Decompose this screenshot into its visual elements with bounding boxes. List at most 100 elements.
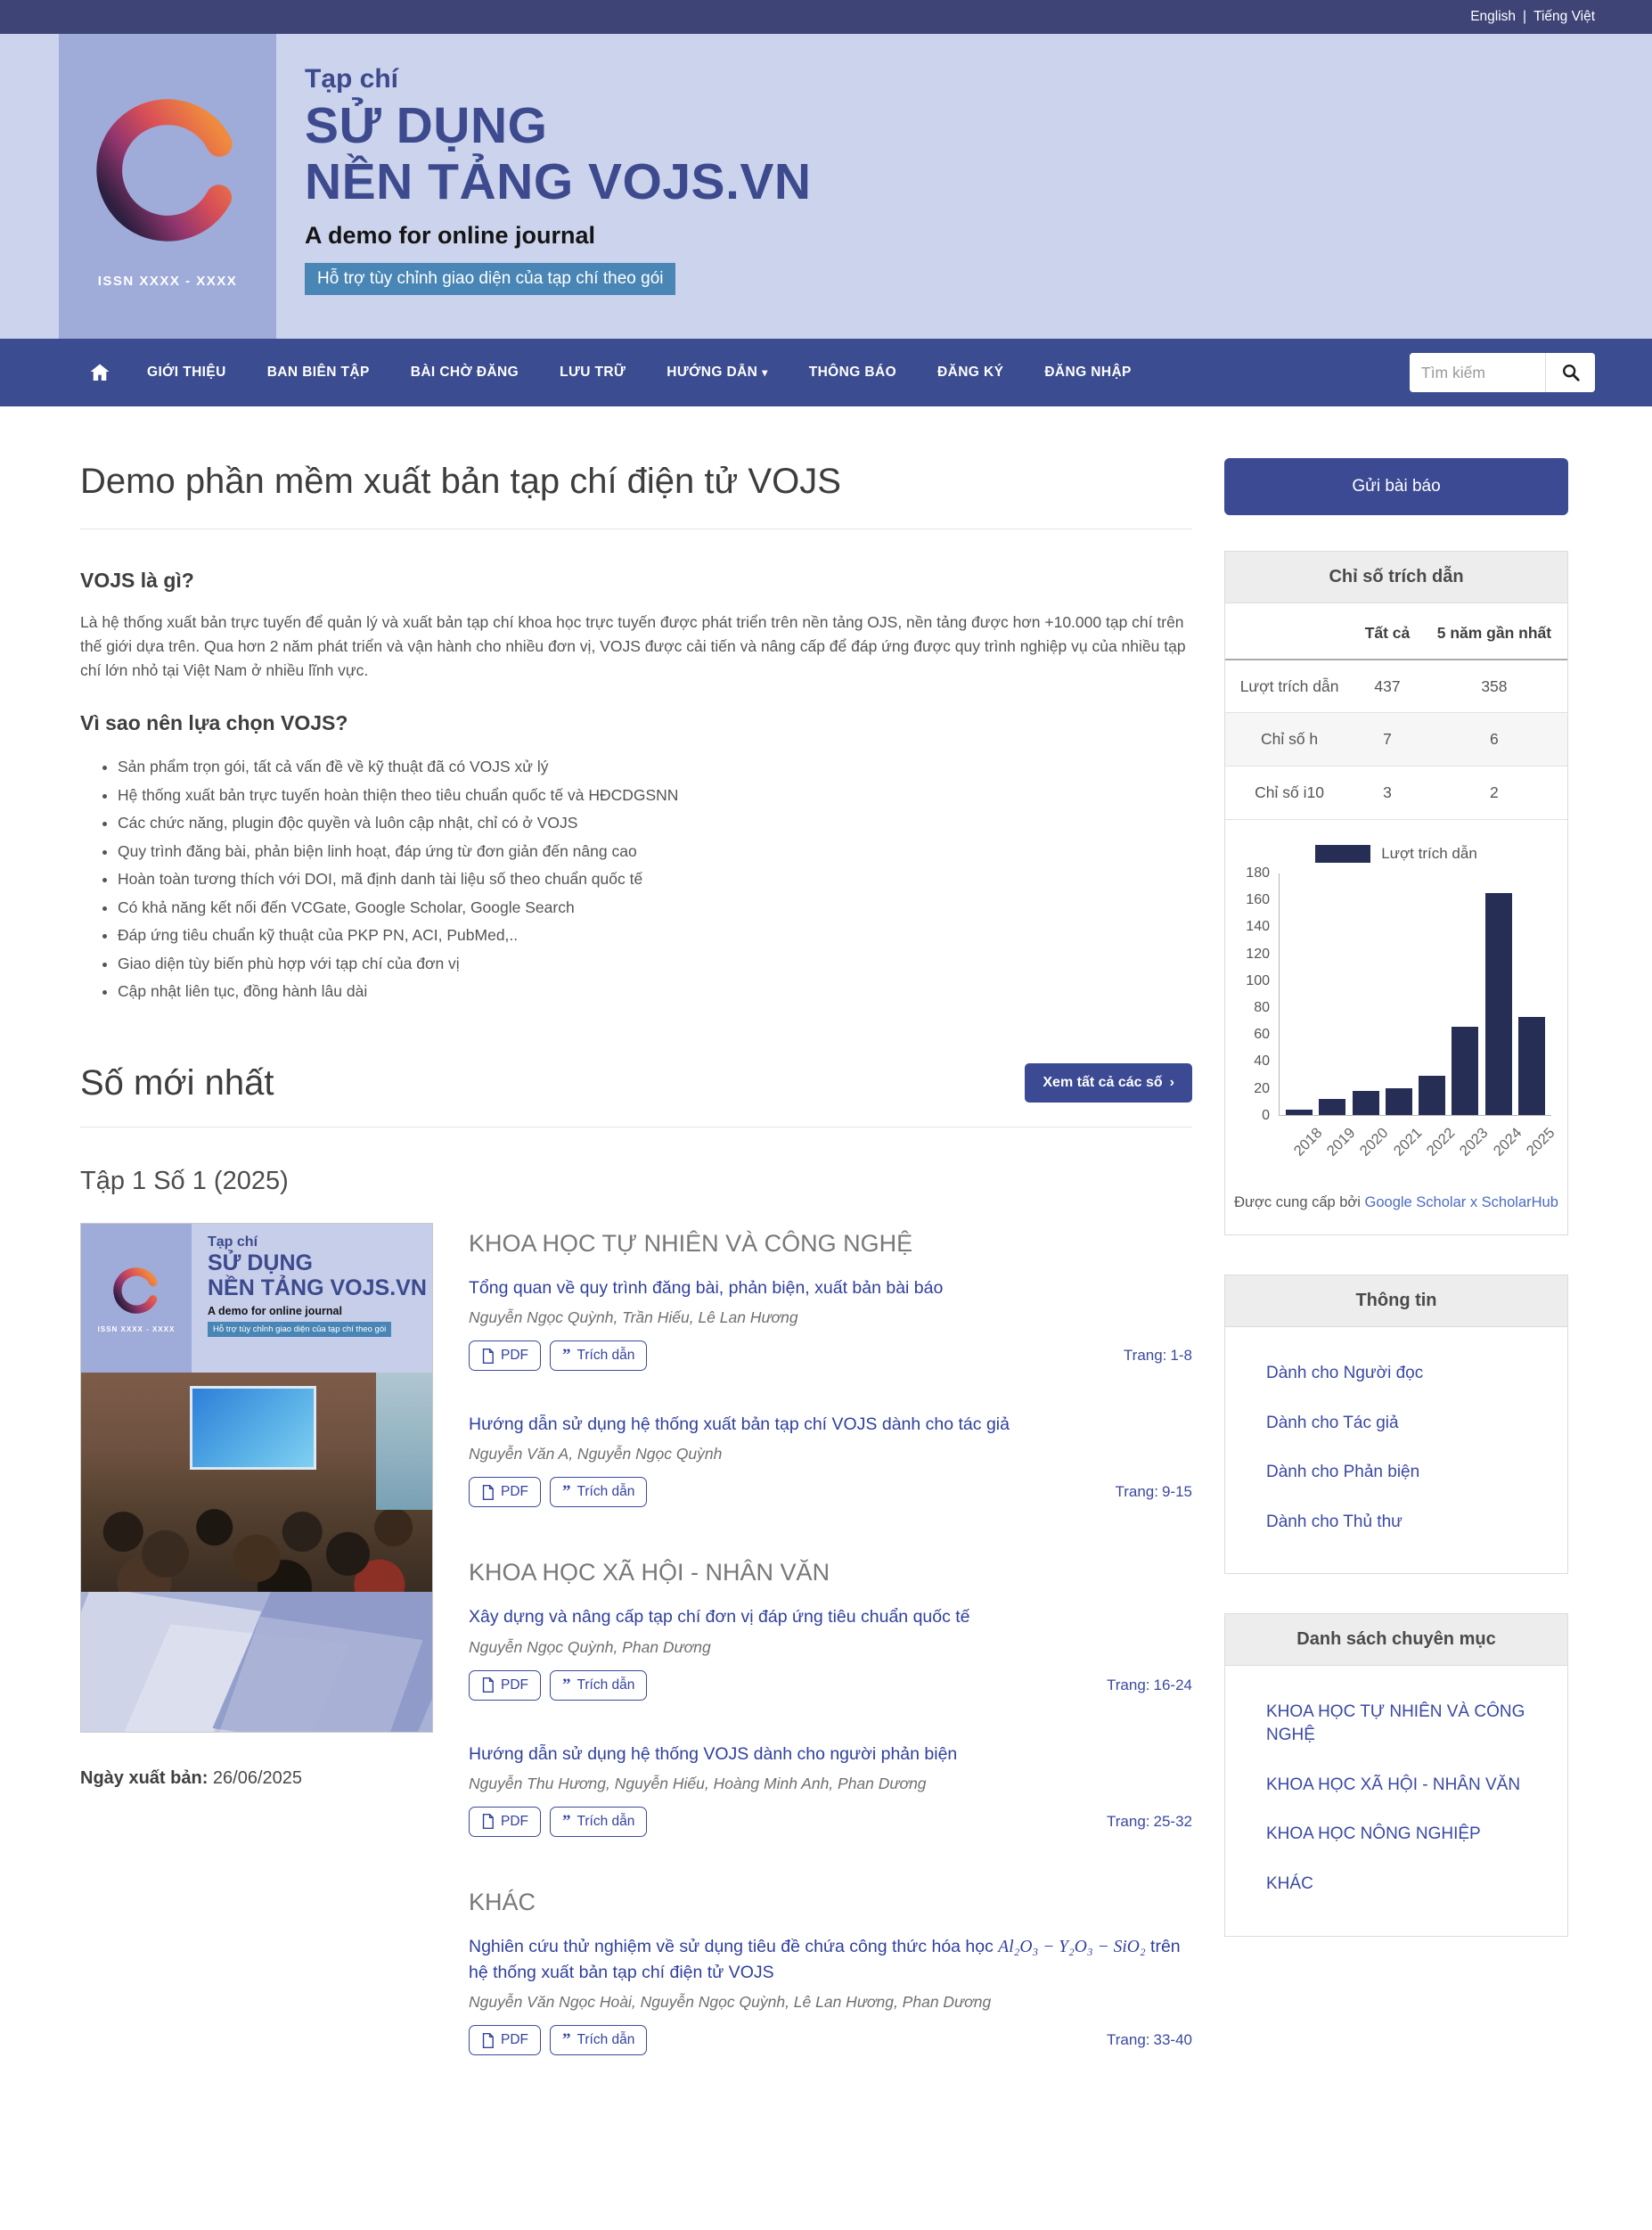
list-item: Hoàn toàn tương thích với DOI, mã định d… <box>118 865 1192 894</box>
page-range: Trang:9-15 <box>1115 1483 1192 1501</box>
pdf-label: PDF <box>501 1348 528 1364</box>
cite-label: Trích dẫn <box>577 1814 635 1830</box>
nav-item-bai-cho-dang[interactable]: BÀI CHỜ ĐĂNG <box>390 356 539 389</box>
pdf-file-icon <box>481 1677 495 1693</box>
page-range: Trang:1-8 <box>1124 1347 1192 1365</box>
pdf-button[interactable]: PDF <box>469 1340 541 1371</box>
journal-title-block: Tạp chí SỬ DỤNG NỀN TẢNG VOJS.VN A demo … <box>305 34 812 339</box>
cite-label: Trích dẫn <box>577 1484 635 1500</box>
home-icon <box>89 362 110 383</box>
category-link-social-science[interactable]: KHOA HỌC XÃ HỘI - NHÂN VĂN <box>1225 1760 1567 1810</box>
latest-issue-heading: Số mới nhất <box>80 1063 274 1103</box>
article-item: Hướng dẫn sử dụng hệ thống VOJS dành cho… <box>469 1742 1192 1837</box>
article-authors: Nguyễn Thu Hương, Nguyễn Hiếu, Hoàng Min… <box>469 1775 1192 1793</box>
list-item: Sản phẩm trọn gói, tất cả vấn đề về kỹ t… <box>118 753 1192 782</box>
category-link-other[interactable]: KHÁC <box>1225 1859 1567 1909</box>
col-header-recent: 5 năm gần nhất <box>1421 603 1567 660</box>
quote-icon: ” <box>562 1681 571 1690</box>
nav-item-dang-nhap[interactable]: ĐĂNG NHẬP <box>1024 356 1151 389</box>
citation-panel-title: Chỉ số trích dẫn <box>1225 552 1567 603</box>
nav-item-ban-bien-tap[interactable]: BAN BIÊN TẬP <box>247 356 390 389</box>
cover-photo <box>81 1373 432 1594</box>
chart-plot-area <box>1279 873 1551 1116</box>
table-row: Lượt trích dẫn 437 358 <box>1225 660 1567 713</box>
submit-article-button[interactable]: Gửi bài báo <box>1224 458 1568 515</box>
why-heading: Vì sao nên lựa chọn VOJS? <box>80 711 1192 735</box>
sidebar-link-reviewers[interactable]: Dành cho Phản biện <box>1225 1447 1567 1497</box>
article-title-prefix: Nghiên cứu thử nghiệm về sử dụng tiêu đề… <box>469 1937 998 1956</box>
cover-subtitle: A demo for online journal <box>208 1305 427 1317</box>
search-input[interactable] <box>1410 353 1545 392</box>
col-header-all: Tất cả <box>1353 603 1421 660</box>
cite-button[interactable]: ” Trích dẫn <box>550 1670 647 1701</box>
nav-item-dang-ky[interactable]: ĐĂNG KÝ <box>917 356 1024 389</box>
info-panel: Thông tin Dành cho Người đọc Dành cho Tá… <box>1224 1275 1568 1575</box>
nav-home[interactable] <box>89 353 127 392</box>
pdf-file-icon <box>481 2033 495 2048</box>
lang-english-link[interactable]: English <box>1470 9 1516 25</box>
quote-icon: ” <box>562 1817 571 1826</box>
scholar-source-link[interactable]: Google Scholar x ScholarHub <box>1365 1194 1558 1210</box>
issn-label: ISSN XXXX - XXXX <box>98 274 238 289</box>
chart-bar <box>1452 1027 1478 1115</box>
section-title: KHOA HỌC TỰ NHIÊN VÀ CÔNG NGHỆ <box>469 1230 1192 1258</box>
list-item: Cập nhật liên tục, đồng hành lâu dài <box>118 978 1192 1006</box>
sidebar-link-readers[interactable]: Dành cho Người đọc <box>1225 1349 1567 1398</box>
info-panel-title: Thông tin <box>1225 1275 1567 1327</box>
table-row: Chỉ số h 7 6 <box>1225 713 1567 767</box>
chart-bar <box>1286 1110 1313 1115</box>
published-date-label: Ngày xuất bản: <box>80 1768 208 1788</box>
list-item: Hệ thống xuất bản trực tuyến hoàn thiện … <box>118 782 1192 810</box>
nav-item-thong-bao[interactable]: THÔNG BÁO <box>789 356 917 389</box>
cite-button[interactable]: ” Trích dẫn <box>550 2025 647 2055</box>
nav-item-gioi-thieu[interactable]: GIỚI THIỆU <box>127 356 247 389</box>
nav-item-huong-dan[interactable]: HƯỚNG DẪN▾ <box>646 356 788 389</box>
cite-button[interactable]: ” Trích dẫn <box>550 1477 647 1507</box>
published-date-row: Ngày xuất bản: 26/06/2025 <box>80 1768 433 1789</box>
pdf-button[interactable]: PDF <box>469 1477 541 1507</box>
issue-cover[interactable]: ISSN XXXX - XXXX Tạp chí SỬ DỤNG NỀN TẢN… <box>80 1223 433 1733</box>
cite-button[interactable]: ” Trích dẫn <box>550 1807 647 1837</box>
pdf-button[interactable]: PDF <box>469 2025 541 2055</box>
page-range: Trang:16-24 <box>1107 1677 1192 1694</box>
view-all-issues-button[interactable]: Xem tất cả các số › <box>1025 1063 1192 1103</box>
category-link-natural-science[interactable]: KHOA HỌC TỰ NHIÊN VÀ CÔNG NGHỆ <box>1225 1687 1567 1759</box>
pdf-file-icon <box>481 1349 495 1364</box>
article-title-link[interactable]: Xây dựng và nâng cấp tạp chí đơn vị đáp … <box>469 1604 1192 1629</box>
cover-photo-window <box>376 1373 432 1510</box>
table-row: Chỉ số i10 3 2 <box>1225 767 1567 820</box>
article-title-link[interactable]: Hướng dẫn sử dụng hệ thống VOJS dành cho… <box>469 1742 1192 1767</box>
list-item: Các chức năng, plugin độc quyền và luôn … <box>118 809 1192 838</box>
nav-item-luu-tru[interactable]: LƯU TRỮ <box>539 356 646 389</box>
pdf-file-icon <box>481 1485 495 1500</box>
article-authors: Nguyễn Văn Ngọc Hoài, Nguyễn Ngọc Quỳnh,… <box>469 1993 1192 2012</box>
sidebar-link-librarians[interactable]: Dành cho Thủ thư <box>1225 1497 1567 1547</box>
page-range: Trang:33-40 <box>1107 2031 1192 2049</box>
citation-table: Tất cả 5 năm gần nhất Lượt trích dẫn 437… <box>1225 603 1567 820</box>
cover-logo-icon <box>109 1263 164 1318</box>
cite-button[interactable]: ” Trích dẫn <box>550 1340 647 1371</box>
search-icon <box>1561 363 1581 382</box>
pdf-button[interactable]: PDF <box>469 1670 541 1701</box>
pdf-label: PDF <box>501 1814 528 1830</box>
article-title-link[interactable]: Hướng dẫn sử dụng hệ thống xuất bản tạp … <box>469 1412 1192 1437</box>
quote-icon: ” <box>562 2036 571 2045</box>
article-title-link[interactable]: Nghiên cứu thử nghiệm về sử dụng tiêu đề… <box>469 1934 1192 1986</box>
article-item: Hướng dẫn sử dụng hệ thống xuất bản tạp … <box>469 1412 1192 1507</box>
pdf-button[interactable]: PDF <box>469 1807 541 1837</box>
category-link-agriculture[interactable]: KHOA HỌC NÔNG NGHIỆP <box>1225 1809 1567 1859</box>
chevron-right-icon: › <box>1170 1075 1174 1091</box>
section-title: KHÁC <box>469 1889 1192 1916</box>
sidebar-link-authors[interactable]: Dành cho Tác giả <box>1225 1398 1567 1448</box>
citation-metrics-panel: Chỉ số trích dẫn Tất cả 5 năm gần nhất L… <box>1224 551 1568 1235</box>
search-button[interactable] <box>1545 353 1595 392</box>
quote-icon: ” <box>562 1351 571 1360</box>
issue-title: Tập 1 Số 1 (2025) <box>80 1167 1192 1196</box>
chart-bar <box>1386 1088 1412 1115</box>
article-item: Tổng quan về quy trình đăng bài, phản bi… <box>469 1275 1192 1371</box>
article-title-link[interactable]: Tổng quan về quy trình đăng bài, phản bi… <box>469 1275 1192 1300</box>
lang-vietnamese-link[interactable]: Tiếng Việt <box>1533 9 1595 25</box>
citations-bar-chart: Lượt trích dẫn 180160140120100806040200 … <box>1225 820 1567 1185</box>
lang-separator: | <box>1523 9 1526 25</box>
cover-issn: ISSN XXXX - XXXX <box>98 1325 176 1333</box>
